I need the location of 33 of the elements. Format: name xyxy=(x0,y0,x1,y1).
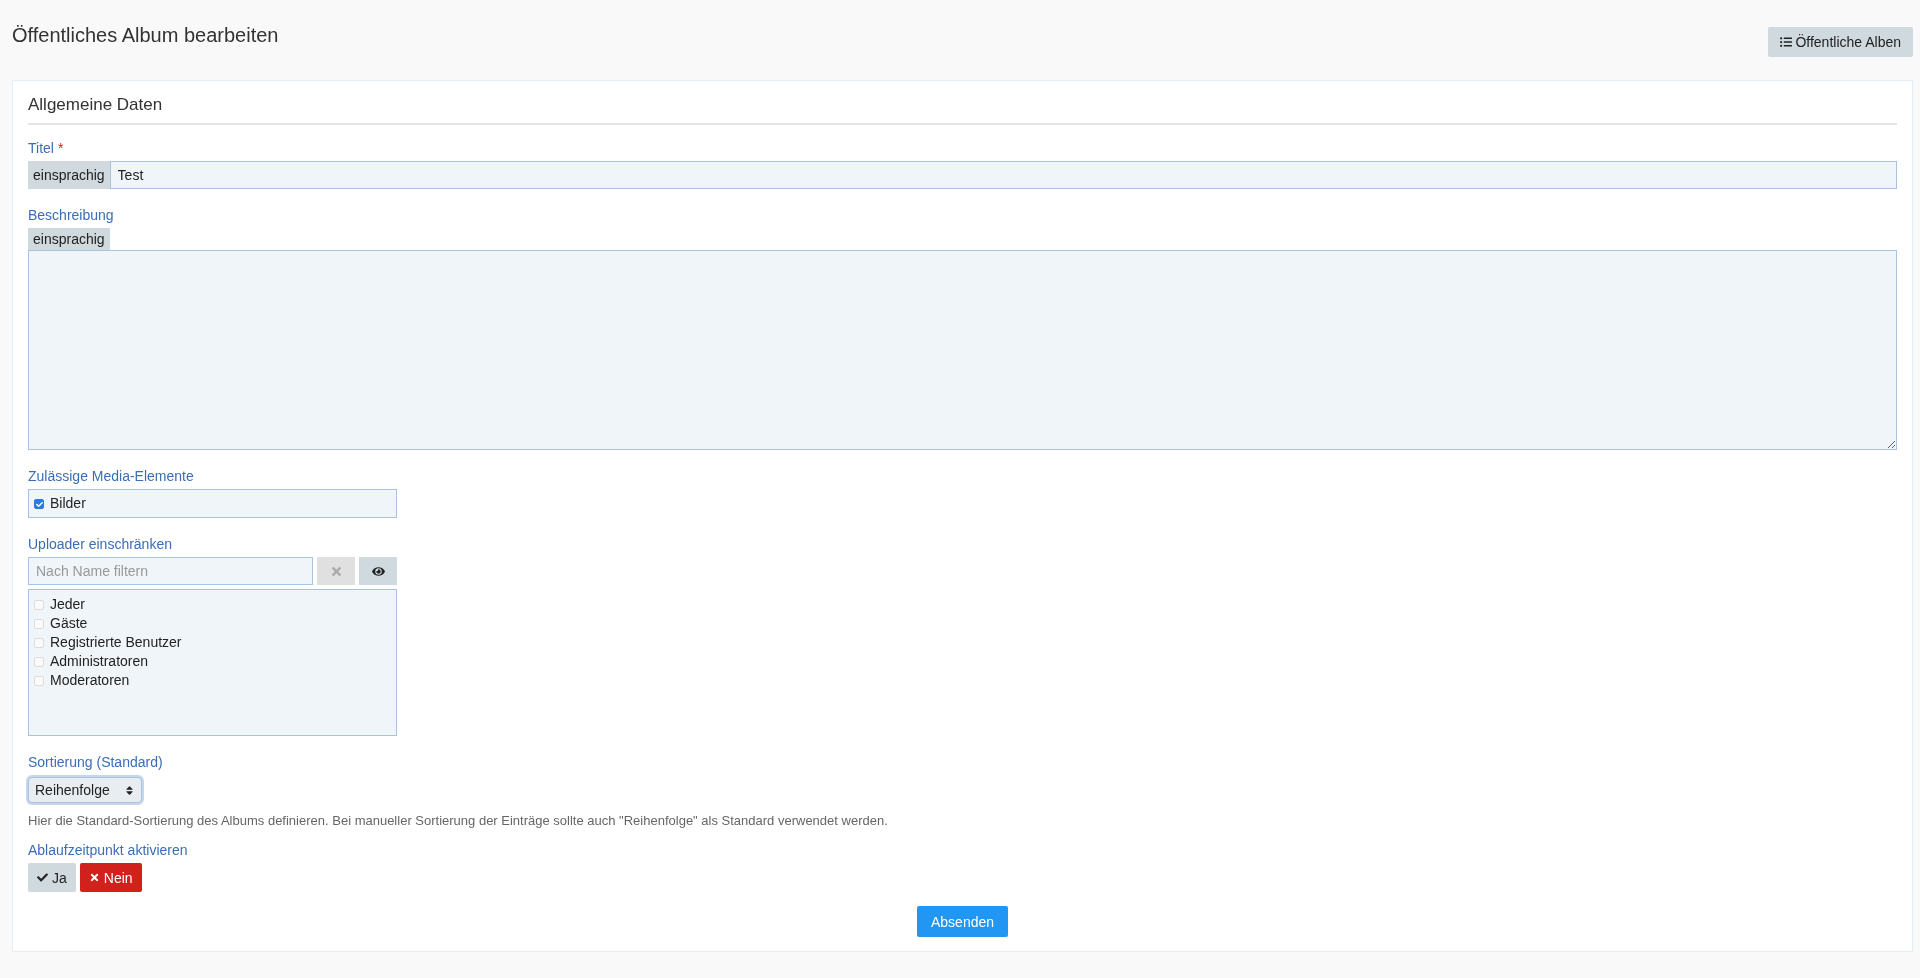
help-text: Hier die Standard-Sortierung des Albums definieren. Bei manueller Sortierung der Einträge sollte auch "Reihenfolge" als Standard verwendet werden. xyxy=(28,813,888,828)
filter-input[interactable]: Nach Name filtern xyxy=(28,557,313,585)
field-label: Titel * xyxy=(28,140,64,156)
checkbox-label: Gäste xyxy=(50,615,88,631)
field-label: Zulässige Media-Elemente xyxy=(28,468,194,484)
checkbox-label: Bilder xyxy=(50,495,86,511)
description-textarea[interactable] xyxy=(28,250,1897,450)
language-addon: einsprachig xyxy=(28,161,110,189)
list-icon xyxy=(1780,36,1793,48)
checkbox[interactable] xyxy=(34,499,44,509)
show-button[interactable] xyxy=(359,557,397,585)
toggle-option-button[interactable]: Ja xyxy=(28,863,76,892)
field-label: Sortierung (Standard) xyxy=(28,754,163,770)
sort-select[interactable]: Reihenfolge xyxy=(28,777,142,803)
checkbox-label: Jeder xyxy=(50,596,86,612)
check-icon xyxy=(37,872,48,883)
language-addon: einsprachig xyxy=(28,228,110,250)
section-title: Allgemeine Daten xyxy=(28,95,1897,125)
field-label: Beschreibung xyxy=(28,207,114,223)
cross-icon xyxy=(88,872,100,883)
field-label: Uploader einschränken xyxy=(28,536,172,552)
field-label: Ablaufzeitpunkt aktivieren xyxy=(28,842,188,858)
eye-icon xyxy=(371,564,385,578)
checkbox-label: Moderatoren xyxy=(50,672,130,688)
toggle-option-button[interactable]: Nein xyxy=(79,863,142,892)
sort-caret-icon xyxy=(123,784,135,796)
checkbox-label: Registrierte Benutzer xyxy=(50,634,182,650)
public-albums-button[interactable]: Öffentliche Alben xyxy=(1768,27,1913,57)
required-mark: * xyxy=(57,140,64,156)
checkbox-label: Administratoren xyxy=(50,653,149,669)
close-icon xyxy=(329,564,343,578)
title-input[interactable]: Test xyxy=(109,161,1897,189)
page-title: Öffentliches Album bearbeiten xyxy=(12,24,279,47)
